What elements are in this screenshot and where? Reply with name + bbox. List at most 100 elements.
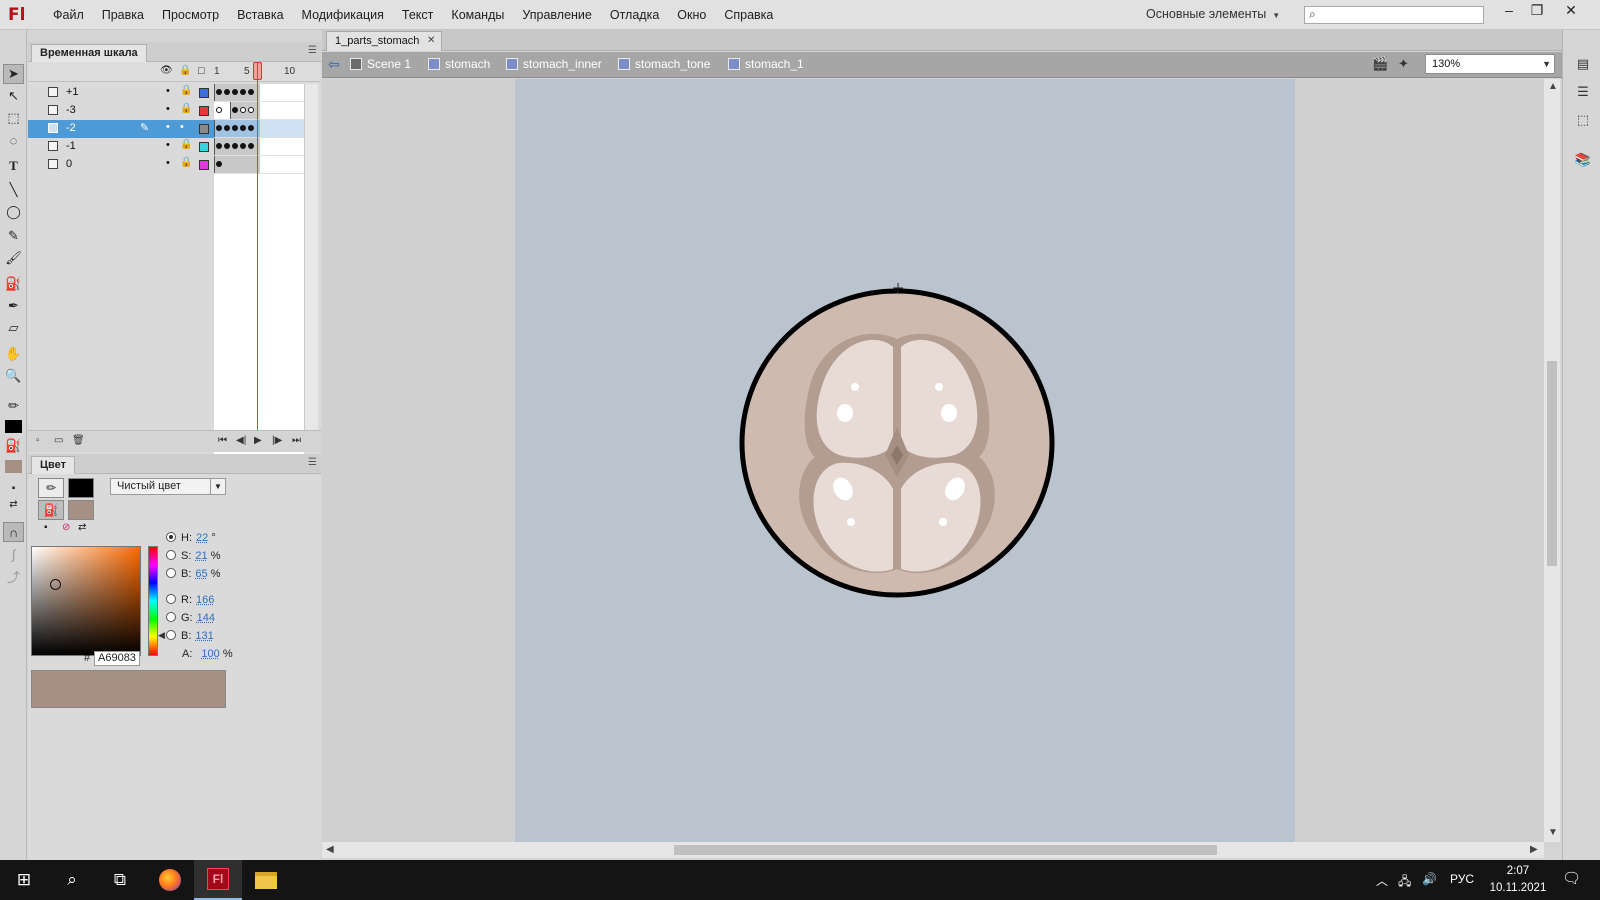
stroke-color-icon[interactable]: ✏ <box>3 396 24 416</box>
visibility-dot[interactable]: • <box>166 85 170 97</box>
menu-file[interactable]: Файл <box>44 0 93 30</box>
file-explorer-icon[interactable] <box>242 860 290 900</box>
layer-color-swatch[interactable] <box>199 160 209 170</box>
task-view-icon[interactable]: ⧉ <box>96 860 144 900</box>
next-frame-icon[interactable]: |▶ <box>272 435 282 446</box>
visibility-dot[interactable]: • <box>166 121 170 133</box>
animate-app-icon[interactable]: Fl <box>194 860 242 900</box>
swap-colors-icon[interactable]: ⇄ <box>78 522 86 533</box>
layer-row[interactable]: +1 • 🔒 <box>28 84 218 102</box>
hue-value[interactable]: H: 22 ° <box>166 532 216 544</box>
keyframe[interactable] <box>216 125 222 131</box>
empty-keyframe[interactable] <box>248 107 254 113</box>
hue-slider[interactable] <box>148 546 158 656</box>
layer-row[interactable]: -1 • 🔒 <box>28 138 218 156</box>
minimize-button[interactable]: – <box>1494 0 1524 22</box>
picker-cursor[interactable] <box>50 579 61 590</box>
line-tool-icon[interactable]: ╲ <box>3 180 24 200</box>
visibility-dot[interactable]: • <box>166 103 170 115</box>
default-colors-icon[interactable]: ▪ <box>44 522 48 533</box>
breadcrumb-symbol[interactable]: stomach_1 <box>728 57 804 71</box>
layer-color-swatch[interactable] <box>199 142 209 152</box>
green-value[interactable]: G: 144 <box>166 612 215 624</box>
clock[interactable]: 2:07 10.11.2021 <box>1488 863 1548 897</box>
keyframe[interactable] <box>216 89 222 95</box>
breadcrumb-symbol[interactable]: stomach_tone <box>618 57 710 71</box>
subselection-tool-icon[interactable]: ↖ <box>3 86 24 106</box>
scroll-right-icon[interactable]: ▶ <box>1530 844 1538 855</box>
color-picker-field[interactable] <box>31 546 141 656</box>
alpha-value[interactable]: A: 100 % <box>182 648 233 660</box>
fill-color-swatch[interactable] <box>68 500 94 520</box>
notifications-icon[interactable]: 🗨 <box>1562 869 1581 887</box>
pencil-tool-icon[interactable]: ✎ <box>3 226 24 246</box>
paint-bucket-tool-icon[interactable]: ⛽ <box>3 274 24 294</box>
vertical-scrollbar[interactable]: ▲ ▼ <box>1544 79 1560 842</box>
scrollbar-thumb[interactable] <box>674 845 1217 855</box>
keyframe[interactable] <box>224 89 230 95</box>
saturation-value[interactable]: S: 21 % <box>166 550 221 562</box>
keyframe[interactable] <box>232 143 238 149</box>
menu-debug[interactable]: Отладка <box>601 0 668 30</box>
properties-panel-icon[interactable]: ▤ <box>1573 54 1593 74</box>
empty-keyframe[interactable] <box>216 107 222 113</box>
layer-row[interactable]: 0 • 🔒 <box>28 156 218 174</box>
eyedropper-tool-icon[interactable]: ✒ <box>3 296 24 316</box>
menu-window[interactable]: Окно <box>668 0 715 30</box>
layer-color-swatch[interactable] <box>199 88 209 98</box>
menu-text[interactable]: Текст <box>393 0 442 30</box>
library-panel-icon[interactable]: 📚 <box>1573 150 1593 170</box>
stomach-artwork[interactable] <box>515 79 1295 842</box>
stroke-color-swatch[interactable] <box>3 416 24 436</box>
stroke-pencil-icon[interactable]: ✏ <box>38 478 64 498</box>
menu-control[interactable]: Управление <box>513 0 601 30</box>
lasso-tool-icon[interactable]: ◌ <box>3 130 24 150</box>
keyframe[interactable] <box>240 125 246 131</box>
keyframe[interactable] <box>216 161 222 167</box>
frame-row[interactable] <box>214 138 304 156</box>
start-button[interactable]: ⊞ <box>0 860 48 900</box>
keyframe[interactable] <box>248 143 254 149</box>
layer-row-selected[interactable]: -2 ✎ • • <box>28 120 218 138</box>
fill-color-swatch[interactable] <box>3 456 24 476</box>
search-icon[interactable]: ⌕ <box>48 860 96 900</box>
oval-tool-icon[interactable]: ◯ <box>3 202 24 222</box>
workspace-switcher[interactable]: Основные элементы ▼ <box>1146 0 1280 30</box>
trash-icon[interactable]: 🗑 <box>72 435 85 446</box>
align-panel-icon[interactable]: ☰ <box>1573 82 1593 102</box>
text-tool-icon[interactable]: T <box>3 156 24 176</box>
restore-button[interactable]: ❐ <box>1522 0 1552 22</box>
frame-row[interactable] <box>214 120 304 138</box>
keyframe[interactable] <box>240 143 246 149</box>
lock-icon[interactable]: 🔒 <box>180 157 192 168</box>
fill-bucket-icon[interactable]: ⛽ <box>38 500 64 520</box>
keyframe[interactable] <box>232 107 238 113</box>
layer-color-swatch[interactable] <box>199 124 209 134</box>
swap-colors-icon[interactable]: ⇄ <box>3 494 24 514</box>
keyframe[interactable] <box>224 143 230 149</box>
scroll-left-icon[interactable]: ◀ <box>326 844 334 855</box>
visibility-dot[interactable]: • <box>166 139 170 151</box>
language-indicator[interactable]: РУС <box>1450 872 1474 886</box>
keyframe[interactable] <box>232 125 238 131</box>
red-radio[interactable] <box>166 594 176 604</box>
no-color-icon[interactable]: ⊘ <box>62 522 70 533</box>
scrollbar-thumb[interactable] <box>1547 361 1557 566</box>
network-icon[interactable]: 🖧 <box>1398 872 1411 893</box>
saturation-radio[interactable] <box>166 550 176 560</box>
menu-modify[interactable]: Модификация <box>293 0 393 30</box>
menu-view[interactable]: Просмотр <box>153 0 228 30</box>
tray-expand-icon[interactable]: ︿ <box>1376 872 1388 889</box>
visibility-dot[interactable]: • <box>180 121 184 133</box>
keyframe[interactable] <box>248 89 254 95</box>
layer-row[interactable]: -3 • 🔒 <box>28 102 218 120</box>
visibility-dot[interactable]: • <box>166 157 170 169</box>
horizontal-scrollbar[interactable]: ◀ ▶ <box>322 842 1544 858</box>
scroll-down-icon[interactable]: ▼ <box>1548 827 1558 838</box>
selection-tool-icon[interactable]: ➤ <box>3 64 24 84</box>
brightness-radio[interactable] <box>166 568 176 578</box>
fill-color-icon[interactable]: ⛽ <box>3 436 24 456</box>
frame-row[interactable] <box>214 156 304 174</box>
blue-value[interactable]: B: 131 <box>166 630 214 642</box>
menu-help[interactable]: Справка <box>715 0 782 30</box>
